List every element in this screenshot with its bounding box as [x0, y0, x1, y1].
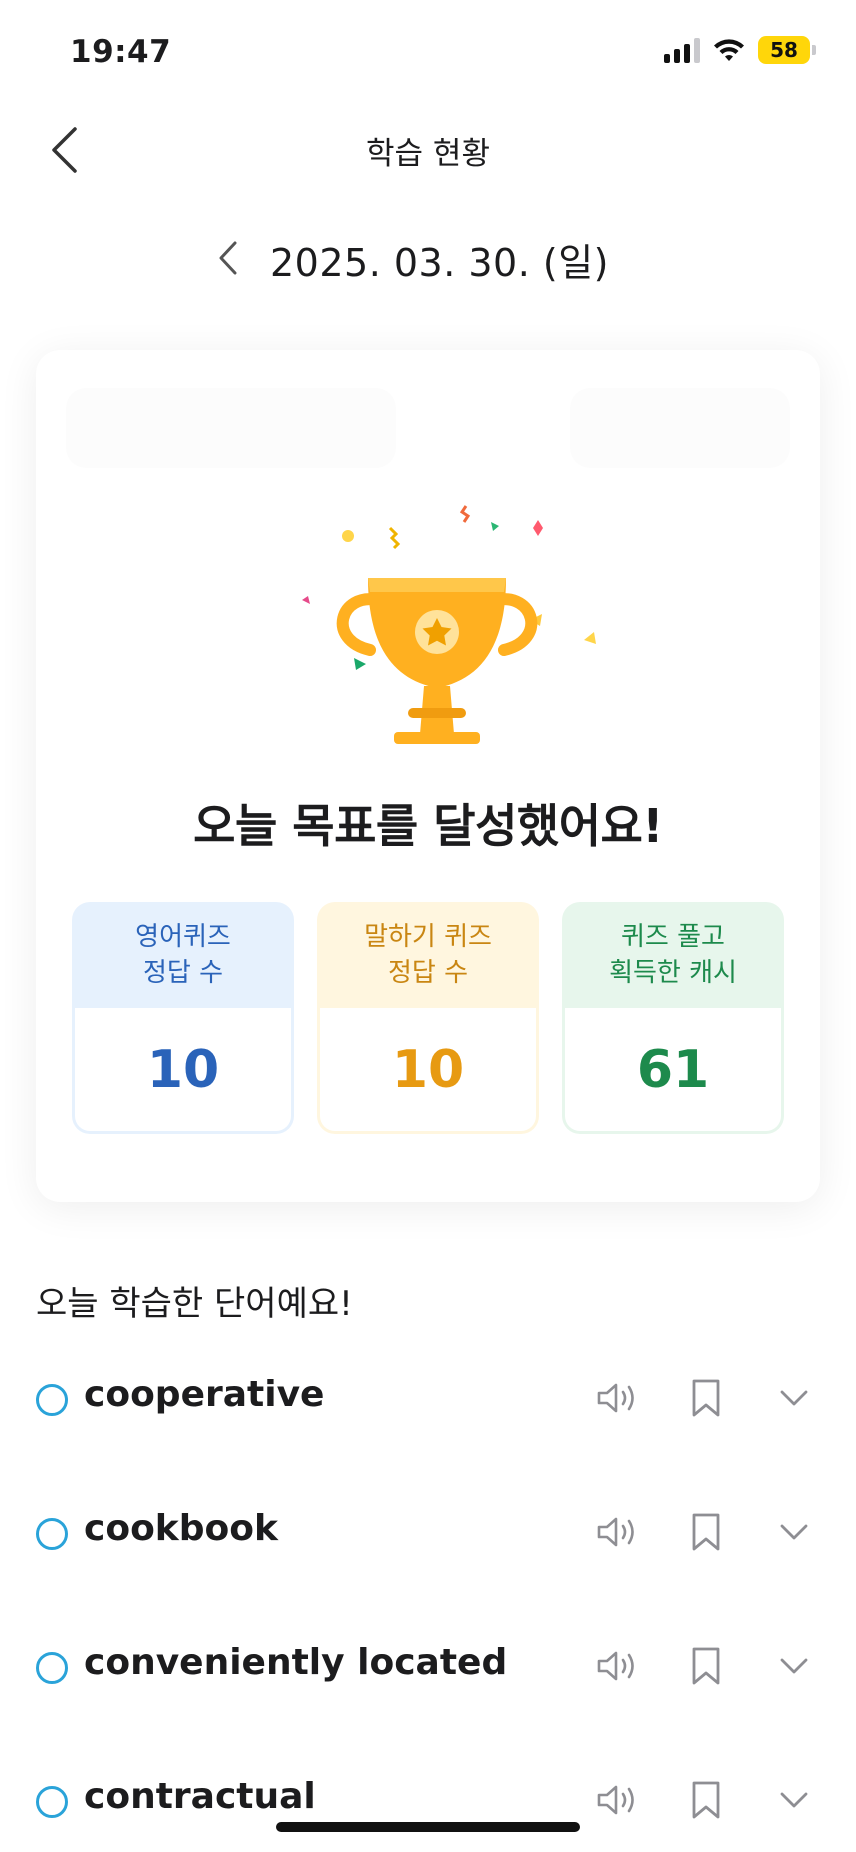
chevron-left-icon: [219, 241, 237, 275]
expand-button[interactable]: [768, 1372, 820, 1424]
speaker-icon: [597, 1651, 634, 1681]
stats-row: 영어퀴즈 정답 수 10 말하기 퀴즈 정답 수 10 퀴즈 풀고 획득한 캐시…: [72, 902, 784, 1134]
word-actions: [592, 1506, 820, 1558]
wifi-icon: [714, 39, 744, 61]
chevron-down-icon: [780, 1524, 808, 1540]
stat-value: 10: [320, 1008, 536, 1131]
faded-tab-left: [66, 388, 396, 468]
chevron-down-icon: [780, 1658, 808, 1674]
home-indicator: [276, 1822, 580, 1832]
list-item: contractual: [0, 1748, 856, 1852]
nav-header: 학습 현황: [0, 110, 856, 190]
trophy-icon: [302, 505, 596, 744]
circle-check-icon[interactable]: [36, 1518, 68, 1550]
chevron-down-icon: [780, 1792, 808, 1808]
word-text: cooperative: [84, 1374, 325, 1415]
word-text: cookbook: [84, 1508, 278, 1549]
goal-achieved-message: 오늘 목표를 달성했어요!: [193, 799, 663, 853]
stat-value: 61: [565, 1008, 781, 1131]
word-list: cooperative cookbook conveniently locate…: [0, 1346, 856, 1852]
status-bar: 19:47 58: [0, 0, 856, 100]
bookmark-icon: [692, 1647, 720, 1685]
speaker-button[interactable]: [592, 1640, 644, 1692]
expand-button[interactable]: [768, 1774, 820, 1826]
word-actions: [592, 1372, 820, 1424]
word-actions: [592, 1640, 820, 1692]
list-item: cooperative: [0, 1346, 856, 1480]
stat-speaking-quiz: 말하기 퀴즈 정답 수 10: [317, 902, 539, 1134]
section-title-words: 오늘 학습한 단어예요!: [36, 1284, 353, 1324]
stat-value: 10: [75, 1008, 291, 1131]
bookmark-button[interactable]: [680, 1506, 732, 1558]
speaker-icon: [597, 1785, 634, 1815]
stat-earned-cash: 퀴즈 풀고 획득한 캐시 61: [562, 902, 784, 1134]
stat-label: 퀴즈 풀고 획득한 캐시: [609, 922, 737, 988]
bookmark-icon: [692, 1781, 720, 1819]
circle-check-icon[interactable]: [36, 1786, 68, 1818]
expand-button[interactable]: [768, 1506, 820, 1558]
list-item: conveniently located: [0, 1614, 856, 1748]
stat-label: 말하기 퀴즈 정답 수: [364, 922, 492, 988]
current-date: 2025. 03. 30. (일): [270, 241, 609, 285]
bookmark-button[interactable]: [680, 1372, 732, 1424]
speaker-button[interactable]: [592, 1774, 644, 1826]
bookmark-icon: [692, 1379, 720, 1417]
battery-indicator: 58: [758, 36, 816, 64]
status-icons: 58: [664, 36, 816, 64]
faded-tab-right: [570, 388, 790, 468]
battery-tip: [812, 45, 816, 55]
status-time: 19:47: [70, 34, 172, 70]
bookmark-button[interactable]: [680, 1774, 732, 1826]
stat-label: 영어퀴즈 정답 수: [135, 922, 231, 988]
speaker-button[interactable]: [592, 1506, 644, 1558]
chevron-down-icon: [780, 1390, 808, 1406]
trophy-illustration: [248, 500, 608, 760]
speaker-icon: [597, 1517, 634, 1547]
word-text: conveniently located: [84, 1642, 508, 1683]
speaker-icon: [597, 1383, 634, 1413]
word-text: contractual: [84, 1776, 316, 1817]
expand-button[interactable]: [768, 1640, 820, 1692]
word-actions: [592, 1774, 820, 1826]
list-item: cookbook: [0, 1480, 856, 1614]
battery-level: 58: [758, 36, 810, 64]
previous-date-button[interactable]: [208, 234, 248, 282]
circle-check-icon[interactable]: [36, 1652, 68, 1684]
stat-english-quiz: 영어퀴즈 정답 수 10: [72, 902, 294, 1134]
cellular-signal-icon: [664, 37, 700, 63]
date-selector: 2025. 03. 30. (일): [0, 228, 856, 288]
speaker-button[interactable]: [592, 1372, 644, 1424]
bookmark-icon: [692, 1513, 720, 1551]
bookmark-button[interactable]: [680, 1640, 732, 1692]
page-title: 학습 현황: [366, 136, 490, 172]
circle-check-icon[interactable]: [36, 1384, 68, 1416]
summary-card: 오늘 목표를 달성했어요! 영어퀴즈 정답 수 10 말하기 퀴즈 정답 수 1…: [36, 350, 820, 1202]
